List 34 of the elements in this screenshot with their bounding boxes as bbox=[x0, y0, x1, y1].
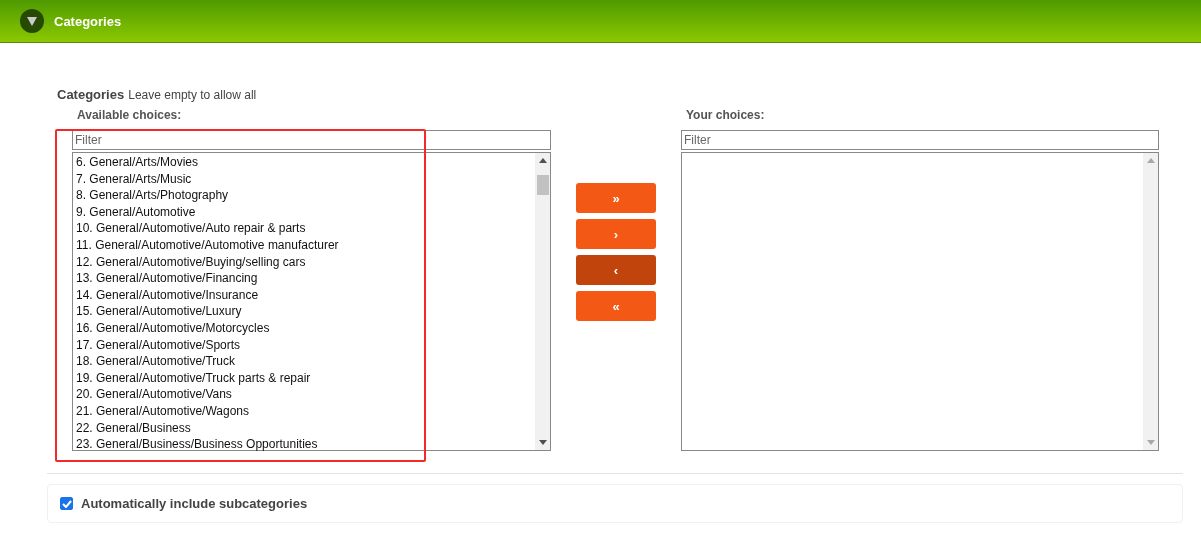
move-button[interactable]: ‹ bbox=[576, 255, 656, 285]
filter-field[interactable]: Filter bbox=[681, 130, 1159, 150]
list-item[interactable]: 12. General/Automotive/Buying/selling cars bbox=[76, 253, 532, 271]
scrollbar[interactable] bbox=[535, 153, 550, 450]
list-item[interactable]: 19. General/Automotive/Truck parts & repair bbox=[76, 369, 532, 387]
field-hint: Leave empty to allow all bbox=[128, 88, 257, 102]
collapse-toggle-icon[interactable] bbox=[20, 9, 44, 33]
list-item[interactable]: 11. General/Automotive/Automotive manufacturer bbox=[76, 236, 532, 254]
scroll-thumb[interactable] bbox=[536, 175, 549, 195]
list-item[interactable]: 15. General/Automotive/Luxury bbox=[76, 303, 532, 320]
list-item[interactable]: 23. General/Business/Business Opportunities bbox=[76, 436, 532, 453]
list-item[interactable]: 20. General/Automotive/Vans bbox=[76, 386, 532, 403]
column-label: Available choices: bbox=[76, 108, 183, 124]
column-label: Your choices: bbox=[685, 108, 766, 124]
list-item[interactable]: 21. General/Automotive/Wagons bbox=[76, 402, 532, 420]
list-item[interactable]: 22. General/Business bbox=[76, 419, 532, 437]
scroll-up-icon[interactable] bbox=[538, 158, 547, 163]
list-item[interactable]: 18. General/Automotive/Truck bbox=[76, 353, 532, 370]
list-item[interactable]: 14. General/Automotive/Insurance bbox=[76, 286, 532, 304]
list-item[interactable]: 9. General/Automotive bbox=[76, 203, 532, 221]
section-title: Categories bbox=[54, 13, 122, 29]
checkbox-label[interactable]: Automatically include subcategories bbox=[81, 496, 308, 511]
filter-field[interactable]: Filter bbox=[72, 130, 551, 150]
field-label: Categories bbox=[57, 87, 125, 102]
list-item[interactable]: 7. General/Arts/Music bbox=[76, 170, 532, 188]
list-item[interactable]: 8. General/Arts/Photography bbox=[76, 187, 532, 204]
list-item[interactable]: 16. General/Automotive/Motorcycles bbox=[76, 319, 532, 337]
list-box[interactable] bbox=[72, 152, 551, 451]
list-item[interactable]: 17. General/Automotive/Sports bbox=[76, 336, 532, 354]
checkbox[interactable] bbox=[60, 497, 73, 510]
scroll-down-icon[interactable] bbox=[538, 440, 547, 445]
list-item[interactable]: 10. General/Automotive/Auto repair & parts bbox=[76, 220, 532, 237]
list-item[interactable]: 13. General/Automotive/Financing bbox=[76, 270, 532, 287]
list-item[interactable]: 6. General/Arts/Movies bbox=[76, 154, 532, 171]
